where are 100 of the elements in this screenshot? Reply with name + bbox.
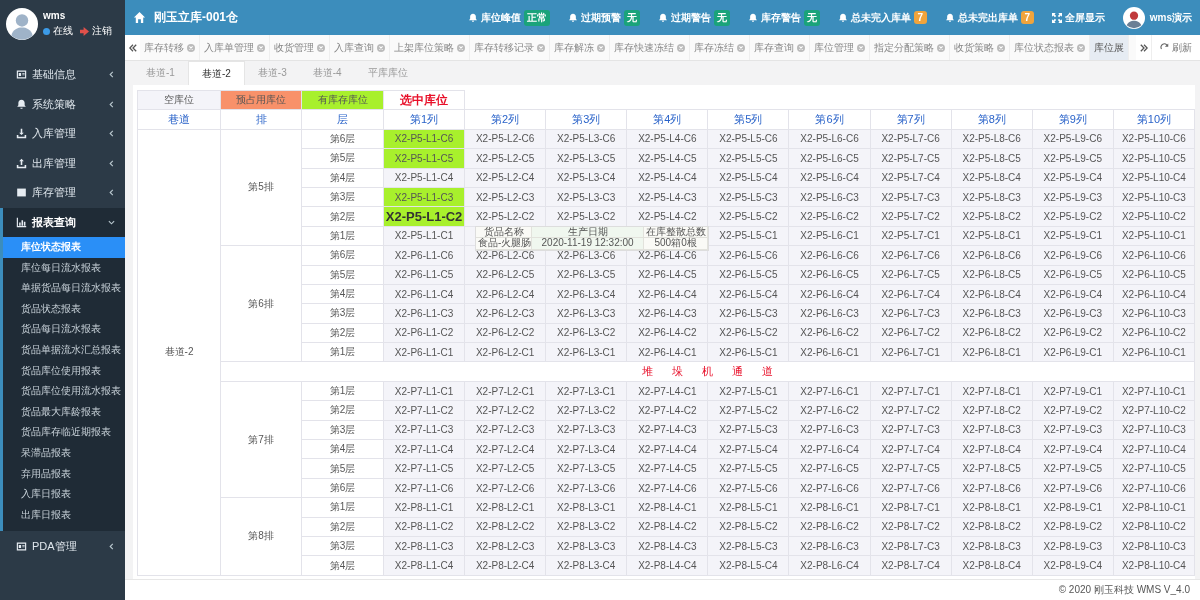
page-tab[interactable]: 收货管理 [270, 35, 330, 60]
submenu-item[interactable]: 货品库位使用流水报表 [3, 381, 125, 402]
alert-item[interactable]: 总未完入库单 7 [837, 10, 927, 25]
menu-item[interactable]: 报表查询 [0, 207, 125, 237]
user-menu[interactable]: wms演示 [1149, 10, 1192, 25]
page-tab[interactable]: 库存冻结 [690, 35, 750, 60]
page-tab[interactable]: 库位管理 [810, 35, 870, 60]
submenu-item[interactable]: 出库日报表 [3, 504, 125, 526]
submenu-item[interactable]: 入库日报表 [3, 484, 125, 505]
submenu-item[interactable]: 货品库存临近期报表 [3, 422, 125, 443]
menu-icon [16, 540, 27, 552]
page-tab[interactable]: 上架库位策略 [390, 35, 470, 60]
menu-item[interactable]: 库存管理 [0, 178, 125, 208]
page-tab[interactable]: 库存查询 [750, 35, 810, 60]
user-avatar-icon[interactable] [1122, 6, 1145, 29]
rack-row-cell: 第6排 [220, 245, 302, 362]
column-header: 第7列 [870, 109, 952, 130]
alert-badge: 无 [623, 9, 640, 26]
menu-icon [16, 128, 27, 140]
menu-icon [16, 157, 27, 169]
close-icon[interactable] [187, 43, 195, 52]
submenu-item[interactable]: 单据货品每日流水报表 [3, 278, 125, 299]
page-tab[interactable]: 库存转移记录 [470, 35, 550, 60]
menu-icon [16, 98, 27, 110]
alert-item[interactable]: 过期预警 无 [567, 9, 640, 26]
alert-badge: 无 [803, 9, 820, 26]
bell-icon [747, 12, 758, 23]
page-tab[interactable]: 指定分配策略 [870, 35, 950, 60]
column-header: 第2列 [464, 109, 546, 130]
close-icon[interactable] [857, 43, 865, 52]
menu-icon [16, 187, 27, 199]
column-header: 第5列 [707, 109, 789, 130]
aisle-tab[interactable]: 巷道-2 [187, 61, 245, 85]
logout-icon [80, 26, 89, 36]
chevron-icon [108, 218, 115, 226]
menu-item[interactable]: 入库管理 [0, 119, 125, 149]
menu-item[interactable]: 基础信息 [0, 60, 125, 90]
chevron-icon [108, 130, 115, 138]
submenu-item[interactable]: 货品状态报表 [3, 298, 125, 320]
submenu-item[interactable]: 货品库位使用报表 [3, 360, 125, 382]
alert-badge: 无 [713, 9, 730, 26]
refresh-button[interactable]: 刷新 [1151, 35, 1200, 60]
close-icon[interactable] [997, 43, 1005, 52]
submenu-item[interactable]: 呆滞品报表 [3, 442, 125, 464]
page-tab[interactable]: 库存转移 [140, 35, 200, 60]
alert-item[interactable]: 总未完出库单 7 [944, 10, 1034, 25]
column-header: 第6列 [788, 109, 871, 130]
tooltip-header: 在库整散总数 [644, 226, 709, 239]
scroll-left-button[interactable] [125, 35, 140, 60]
submenu-item[interactable]: 货品单据流水汇总报表 [3, 339, 125, 361]
menu-icon [16, 216, 27, 228]
close-icon[interactable] [257, 43, 265, 52]
close-icon[interactable] [797, 43, 805, 52]
rack-row-cell: 第5排 [220, 129, 302, 246]
bell-icon [837, 12, 848, 23]
menu-item[interactable]: 系统策略 [0, 89, 125, 119]
column-header: 第10列 [1113, 109, 1195, 130]
refresh-icon [1160, 43, 1169, 52]
submenu-item[interactable]: 货品每日流水报表 [3, 319, 125, 340]
close-icon[interactable] [597, 43, 605, 52]
legend-cell: 空库位 [137, 90, 221, 110]
submenu-item[interactable]: 库位每日流水报表 [3, 257, 125, 279]
page-tab[interactable]: 入库单管理 [200, 35, 270, 60]
page-tab[interactable]: 库存快速冻结 [610, 35, 690, 60]
close-icon[interactable] [677, 43, 685, 52]
submenu-item[interactable]: 货品最大库龄报表 [3, 401, 125, 423]
warehouse-title: 刚玉立库-001仓 [154, 9, 239, 26]
close-icon[interactable] [737, 43, 745, 52]
alert-badge: 7 [1020, 11, 1034, 24]
close-icon[interactable] [377, 43, 385, 52]
alert-item[interactable]: 库位峰值 正常 [467, 9, 550, 26]
bell-icon [944, 12, 955, 23]
scroll-right-button[interactable] [1136, 35, 1151, 60]
close-icon[interactable] [537, 43, 545, 52]
logout-link[interactable]: 注销 [92, 24, 112, 38]
fullscreen-link[interactable]: 全屏显示 [1051, 10, 1105, 25]
alert-item[interactable]: 过期警告 无 [657, 9, 730, 26]
menu-item[interactable]: PDA管理 [0, 531, 125, 561]
chevron-icon [108, 189, 115, 197]
page-tab[interactable]: 收货策略 [950, 35, 1010, 60]
page-tab[interactable]: 库存解冻 [550, 35, 610, 60]
menu-item[interactable]: 出库管理 [0, 148, 125, 178]
close-icon[interactable] [937, 43, 945, 52]
close-icon[interactable] [457, 43, 465, 52]
close-icon[interactable] [317, 43, 325, 52]
double-right-icon [1139, 43, 1148, 52]
home-icon[interactable] [133, 11, 146, 24]
online-icon [43, 27, 50, 35]
tooltip-value: 500箱0根 [644, 238, 709, 250]
tooltip-header: 生产日期 [532, 226, 645, 239]
page-tab[interactable]: 入库查询 [330, 35, 390, 60]
submenu-item[interactable]: 弃用品报表 [3, 463, 125, 485]
close-icon[interactable] [1077, 43, 1085, 52]
avatar-icon [6, 8, 38, 40]
page-tab[interactable]: 库位展 [1090, 35, 1129, 60]
aisle-cell: 巷道-2 [137, 129, 221, 576]
double-left-icon [128, 43, 137, 52]
alert-badge: 7 [913, 11, 927, 24]
alert-item[interactable]: 库存警告 无 [747, 9, 820, 26]
bell-icon [657, 12, 668, 23]
